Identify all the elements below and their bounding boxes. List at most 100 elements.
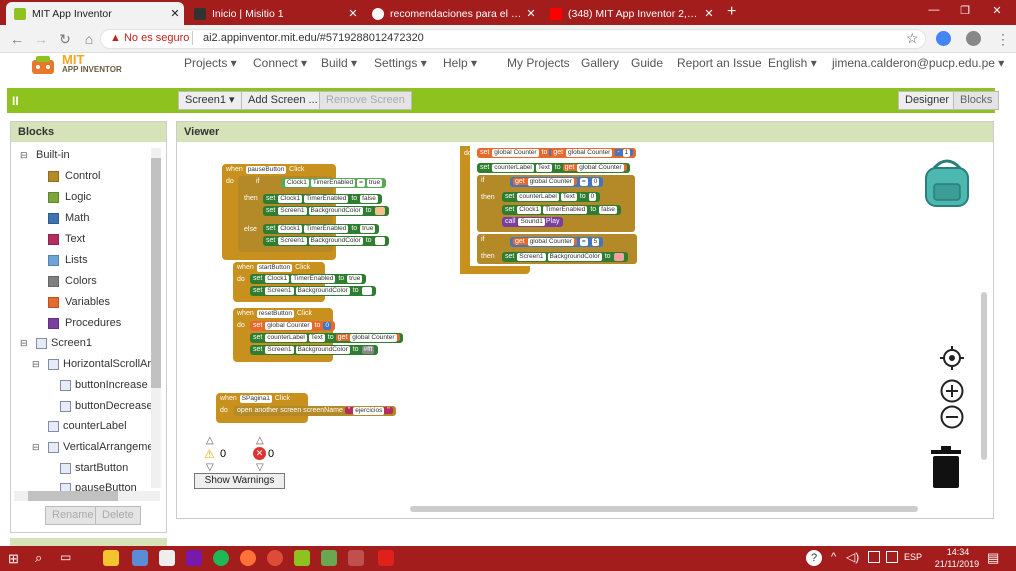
set-clock1-timerenabled[interactable]: set Clock1 TimerEnabled to false [502,205,621,215]
notification-tray-icon[interactable] [886,551,898,563]
language-indicator[interactable]: ESP [904,552,922,562]
pdf-reader-icon[interactable] [378,550,394,566]
screen1-tree-node[interactable]: ⊟ Screen1 [20,337,92,349]
clock-date[interactable]: 21/11/2019 [931,559,983,569]
link-gallery[interactable]: Gallery [581,56,619,70]
component-counterlabel[interactable]: counterLabel [48,420,127,432]
component-horizontalscroll[interactable]: ⊟ HorizontalScrollArr [32,358,155,370]
blocks-button[interactable]: Blocks [953,91,1000,110]
collapse-icon[interactable]: ⊟ [20,150,30,161]
close-tab-icon[interactable]: ✕ [700,7,718,20]
drawer-variables[interactable]: Variables [48,296,110,308]
set-counterlabel-text[interactable]: set counterLabel Text to get global Count… [477,163,630,173]
file-explorer-icon[interactable] [103,550,119,566]
zoom-out-icon[interactable] [940,405,964,429]
remove-screen-button[interactable]: Remove Screen [319,91,412,110]
set-global-counter[interactable]: set global Counter to 0 [250,321,335,331]
component-buttondecrease[interactable]: buttonDecrease [60,400,153,412]
app-icon[interactable] [132,550,148,566]
open-another-screen-block[interactable]: open another screen screenName " ejercic… [234,406,396,416]
set-screen1-bgcolor[interactable]: set Screen1 BackgroundColor to [502,252,628,262]
url-text[interactable]: ai2.appinventor.mit.edu/#571928801247232… [203,32,424,44]
zoom-in-icon[interactable] [940,379,964,403]
component-buttonincrease[interactable]: buttonIncrease [60,379,148,391]
workspace-horizontal-scrollbar[interactable] [410,506,918,512]
menu-settings[interactable]: Settings ▾ [374,56,427,70]
collapse-icon[interactable]: ⊟ [20,338,30,349]
collapse-icon[interactable]: ⊟ [32,442,42,453]
drawer-math[interactable]: Math [48,212,89,224]
link-guide[interactable]: Guide [631,56,663,70]
component-verticalarrangement[interactable]: ⊟ VerticalArrangemer [32,441,157,453]
set-clock1-timerenabled[interactable]: set Clock1 TimerEnabled to false [263,194,382,204]
scrollbar-thumb[interactable] [151,158,161,388]
workspace-vertical-scrollbar[interactable] [981,292,987,460]
language-menu[interactable]: English ▾ [768,56,817,70]
forward-icon[interactable]: → [32,30,50,48]
app-inventor-taskbar-icon[interactable] [294,550,310,566]
network-icon[interactable] [868,551,880,563]
tab-recomendaciones[interactable]: recomendaciones para el síndrom ✕ [364,2,540,25]
trash-icon[interactable] [930,446,962,490]
profile-avatar[interactable] [966,31,981,46]
compare-counter-zero[interactable]: get global Counter = 0 [510,177,604,187]
builtin-tree-node[interactable]: ⊟ Built-in [20,149,70,161]
warning-nav-up-icon[interactable]: △ [206,435,214,446]
link-my-projects[interactable]: My Projects [507,56,570,70]
task-view-icon[interactable]: ▭ [60,550,71,564]
menu-build[interactable]: Build ▾ [321,56,357,70]
backpack-icon[interactable] [920,154,974,210]
drawer-control[interactable]: Control [48,170,100,182]
reload-icon[interactable]: ↻ [56,30,74,48]
component-startbutton[interactable]: startButton [60,462,128,474]
app-taskbar-icon[interactable] [321,550,337,566]
firefox-icon[interactable] [240,550,256,566]
app-taskbar-icon[interactable] [348,550,364,566]
tab-youtube[interactable]: (348) MIT App Inventor 2, Tutoria ✕ [542,2,718,25]
error-nav-up-icon[interactable]: △ [256,435,264,446]
close-window-button[interactable]: ✕ [987,4,1007,17]
close-tab-icon[interactable]: ✕ [522,7,540,20]
drawer-logic[interactable]: Logic [48,191,91,203]
add-screen-button[interactable]: Add Screen ... [241,91,325,110]
set-screen1-bgcolor[interactable]: set Screen1 BackgroundColor to [263,236,389,246]
menu-connect[interactable]: Connect ▾ [253,56,307,70]
set-screen1-bgcolor[interactable]: set Screen1 BackgroundColor to [250,286,376,296]
link-report-issue[interactable]: Report an Issue [677,56,762,70]
tree-horizontal-scrollbar[interactable] [14,491,160,501]
extension-icon[interactable] [936,31,951,46]
spotify-icon[interactable] [213,550,229,566]
close-tab-icon[interactable]: ✕ [344,7,362,20]
event-block-clock1-timer[interactable] [460,146,470,274]
new-tab-button[interactable]: + [727,3,743,21]
warning-nav-down-icon[interactable]: ▽ [206,462,214,473]
set-clock1-timerenabled[interactable]: set Clock1 TimerEnabled to true [263,224,380,234]
close-tab-icon[interactable]: ✕ [166,7,184,20]
mail-icon[interactable] [159,550,175,566]
delete-button[interactable]: Delete [95,506,141,525]
chrome-icon[interactable] [267,550,283,566]
component-dropdown[interactable]: pauseButton [245,166,287,174]
getter-clock1-timerenabled[interactable]: Clock1 TimerEnabled = true [281,178,387,188]
minimize-button[interactable]: — [924,4,944,16]
set-counterlabel-text[interactable]: set counterLabel Text to 0 [502,192,601,202]
screen-select[interactable]: Screen1 ▾ [178,91,242,110]
center-workspace-icon[interactable] [940,346,964,370]
collapse-icon[interactable]: ⊟ [32,359,42,370]
browser-menu-icon[interactable]: ⋮ [994,30,1012,48]
set-global-counter[interactable]: set global Counter to get global Counter… [477,148,637,158]
set-screen1-bgcolor[interactable]: set Screen1 BackgroundColor to [263,206,389,216]
drawer-procedures[interactable]: Procedures [48,317,121,329]
set-screen1-bgcolor[interactable]: set Screen1 BackgroundColor to #fff [250,345,379,355]
drawer-text[interactable]: Text [48,233,85,245]
action-center-icon[interactable]: ▤ [987,550,999,566]
security-label[interactable]: ▲ No es seguro [110,32,189,44]
error-nav-down-icon[interactable]: ▽ [256,462,264,473]
drawer-lists[interactable]: Lists [48,254,88,266]
tray-chevron-icon[interactable]: ^ [831,551,836,563]
show-warnings-button[interactable]: Show Warnings [194,473,285,489]
account-menu[interactable]: jimena.calderon@pucp.edu.pe ▾ [832,56,1004,70]
call-sound1-play[interactable]: call Sound1 Play [502,217,563,227]
clock-time[interactable]: 14:34 [938,547,978,557]
tab-misitio[interactable]: Inicio | Misitio 1 ✕ [186,2,362,25]
